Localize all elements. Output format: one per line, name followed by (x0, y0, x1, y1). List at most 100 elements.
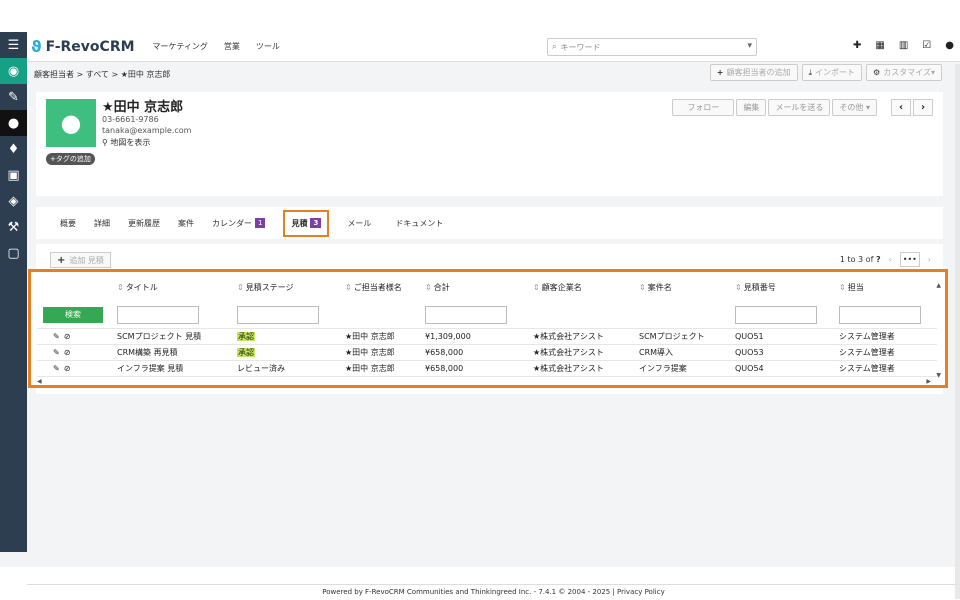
cell-number: QUO53 (735, 344, 839, 361)
more-button[interactable]: その他 ▾ (832, 99, 877, 116)
breadcrumb: 顧客担当者 > すべて > ★田中 京志郎 (34, 70, 171, 79)
col-deal[interactable]: ⇕ 案件名 (639, 272, 735, 302)
cell-deal[interactable]: CRM導入 (639, 344, 735, 361)
user-icon[interactable]: ● (945, 40, 954, 51)
link-icon[interactable]: ⊘ (64, 332, 71, 341)
cell-deal[interactable]: インフラ提案 (639, 360, 735, 377)
next-page-icon[interactable]: › (928, 255, 931, 264)
cell-deal[interactable]: SCMプロジェクト (639, 328, 735, 345)
scroll-up-icon[interactable]: ▲ (936, 282, 941, 289)
link-icon[interactable]: ⊘ (64, 364, 71, 373)
filter-row: 検索 (37, 302, 937, 329)
import-button[interactable]: ⤓ インポート (801, 64, 863, 81)
edit-button[interactable]: 編集 (736, 99, 767, 116)
pencil-icon[interactable]: ✎ (53, 332, 60, 341)
menu-icon[interactable]: ☰ (0, 32, 27, 58)
scroll-down-icon[interactable]: ▼ (936, 372, 941, 379)
tab-quotes[interactable]: 見積 3 (283, 209, 330, 237)
contact-phone[interactable]: 03-6661-9786 (102, 115, 159, 124)
breadcrumb-all[interactable]: すべて (86, 70, 109, 79)
cell-title[interactable]: CRM構築 再見積 (117, 344, 237, 361)
page-scrollbar[interactable] (955, 64, 960, 599)
cell-total: ¥658,000 (425, 344, 533, 361)
pager: 1 to 3 of ? ‹ ••• › (840, 252, 931, 267)
send-mail-button[interactable]: メールを送る (768, 99, 831, 116)
cell-account[interactable]: ★株式会社アシスト (533, 344, 639, 361)
chart-icon[interactable]: ▥ (899, 40, 908, 51)
book-icon[interactable]: ▣ (0, 162, 27, 188)
contacts-icon[interactable]: ● (0, 110, 27, 136)
cell-account[interactable]: ★株式会社アシスト (533, 328, 639, 345)
col-account[interactable]: ⇕ 顧客企業名 (533, 272, 639, 302)
cell-stage: 承認 (237, 331, 255, 341)
nav-tools[interactable]: ツール (256, 41, 280, 52)
table-row[interactable]: ✎ ⊘ インフラ提案 見積 レビュー済み ★田中 京志郎 ¥658,000 ★株式… (37, 360, 937, 377)
filter-title[interactable] (117, 305, 199, 324)
cell-contact[interactable]: ★田中 京志郎 (345, 360, 425, 377)
more-pages-button[interactable]: ••• (899, 252, 920, 267)
table-row[interactable]: ✎ ⊘ SCMプロジェクト 見積 承認 ★田中 京志郎 ¥1,309,000 ★株… (37, 328, 937, 345)
tab-mail[interactable]: メール (347, 218, 371, 229)
add-icon[interactable]: ✚ (853, 40, 861, 51)
add-quote-button[interactable]: + 追加 見積 (50, 252, 111, 268)
breadcrumb-module[interactable]: 顧客担当者 (34, 70, 74, 79)
filter-stage[interactable] (237, 305, 319, 324)
cell-number: QUO54 (735, 360, 839, 377)
add-contact-button[interactable]: + 顧客担当者の追加 (709, 64, 798, 81)
search-button[interactable]: 検索 (43, 306, 103, 323)
pager-total[interactable]: ? (876, 255, 881, 264)
filter-total[interactable] (425, 305, 507, 324)
follow-button[interactable]: フォロー (672, 99, 735, 116)
map-link[interactable]: ⚲ 地図を表示 (102, 137, 150, 148)
cell-title[interactable]: SCMプロジェクト 見積 (117, 328, 237, 345)
nav-marketing[interactable]: マーケティング (153, 41, 208, 52)
nav-sales[interactable]: 営業 (224, 41, 240, 52)
breadcrumb-record: ★田中 京志郎 (120, 70, 171, 79)
tab-history[interactable]: 更新履歴 (128, 218, 160, 229)
cell-account[interactable]: ★株式会社アシスト (533, 360, 639, 377)
col-number[interactable]: ⇕ 見積番号 (735, 272, 839, 302)
prev-record-button[interactable]: ‹ (891, 99, 911, 116)
home-icon[interactable]: ◉ (0, 58, 27, 84)
add-tag-button[interactable]: +タグの追加 (46, 153, 95, 165)
task-icon[interactable]: ☑ (922, 40, 931, 51)
tab-deals[interactable]: 案件 (178, 218, 194, 229)
col-owner[interactable]: ⇕ 担当 (839, 272, 937, 302)
tab-summary[interactable]: 概要 (60, 218, 76, 229)
col-title[interactable]: ⇕ タイトル (117, 272, 237, 302)
scroll-left-icon[interactable]: ◀ (37, 378, 42, 385)
prev-page-icon[interactable]: ‹ (889, 255, 892, 264)
scroll-right-icon[interactable]: ▶ (926, 378, 931, 385)
filter-number[interactable] (735, 305, 817, 324)
pencil-icon[interactable]: ✎ (53, 348, 60, 357)
calendar-small-icon[interactable]: ▢ (0, 240, 27, 266)
cell-contact[interactable]: ★田中 京志郎 (345, 344, 425, 361)
chevron-down-icon[interactable]: ▾ (747, 41, 752, 51)
contact-email[interactable]: tanaka@example.com (102, 126, 191, 135)
col-stage[interactable]: ⇕ 見積ステージ (237, 272, 345, 302)
col-contact[interactable]: ⇕ ご担当者様名 (345, 272, 425, 302)
top-bar: ϑ F-RevoCRM マーケティング 営業 ツール ⌕ キーワード ▾ ✚ ▦… (27, 32, 960, 62)
cell-owner: システム管理者 (839, 328, 937, 345)
edit-icon[interactable]: ✎ (0, 84, 27, 110)
cell-owner: システム管理者 (839, 360, 937, 377)
search-input[interactable]: ⌕ キーワード ▾ (547, 38, 757, 56)
boxes-icon[interactable]: ◈ (0, 188, 27, 214)
tab-documents[interactable]: ドキュメント (395, 218, 443, 229)
filter-owner[interactable] (839, 305, 921, 324)
money-bag-icon[interactable]: ♦ (0, 136, 27, 162)
customize-button[interactable]: ⚙ カスタマイズ ▾ (866, 64, 942, 81)
pencil-icon[interactable]: ✎ (53, 364, 60, 373)
tools-icon[interactable]: ⚒ (0, 214, 27, 240)
footer: Powered by F-RevoCRM Communities and Thi… (27, 584, 960, 599)
link-icon[interactable]: ⊘ (64, 348, 71, 357)
tab-details[interactable]: 詳細 (94, 218, 110, 229)
col-total[interactable]: ⇕ 合計 (425, 272, 533, 302)
cell-title[interactable]: インフラ提案 見積 (117, 360, 237, 377)
next-record-button[interactable]: › (913, 99, 933, 116)
tab-calendar[interactable]: カレンダー 1 (212, 218, 266, 229)
calendar-icon[interactable]: ▦ (875, 40, 884, 51)
app-logo[interactable]: ϑ F-RevoCRM (31, 37, 135, 56)
cell-contact[interactable]: ★田中 京志郎 (345, 328, 425, 345)
table-row[interactable]: ✎ ⊘ CRM構築 再見積 承認 ★田中 京志郎 ¥658,000 ★株式会社アシ… (37, 344, 937, 361)
